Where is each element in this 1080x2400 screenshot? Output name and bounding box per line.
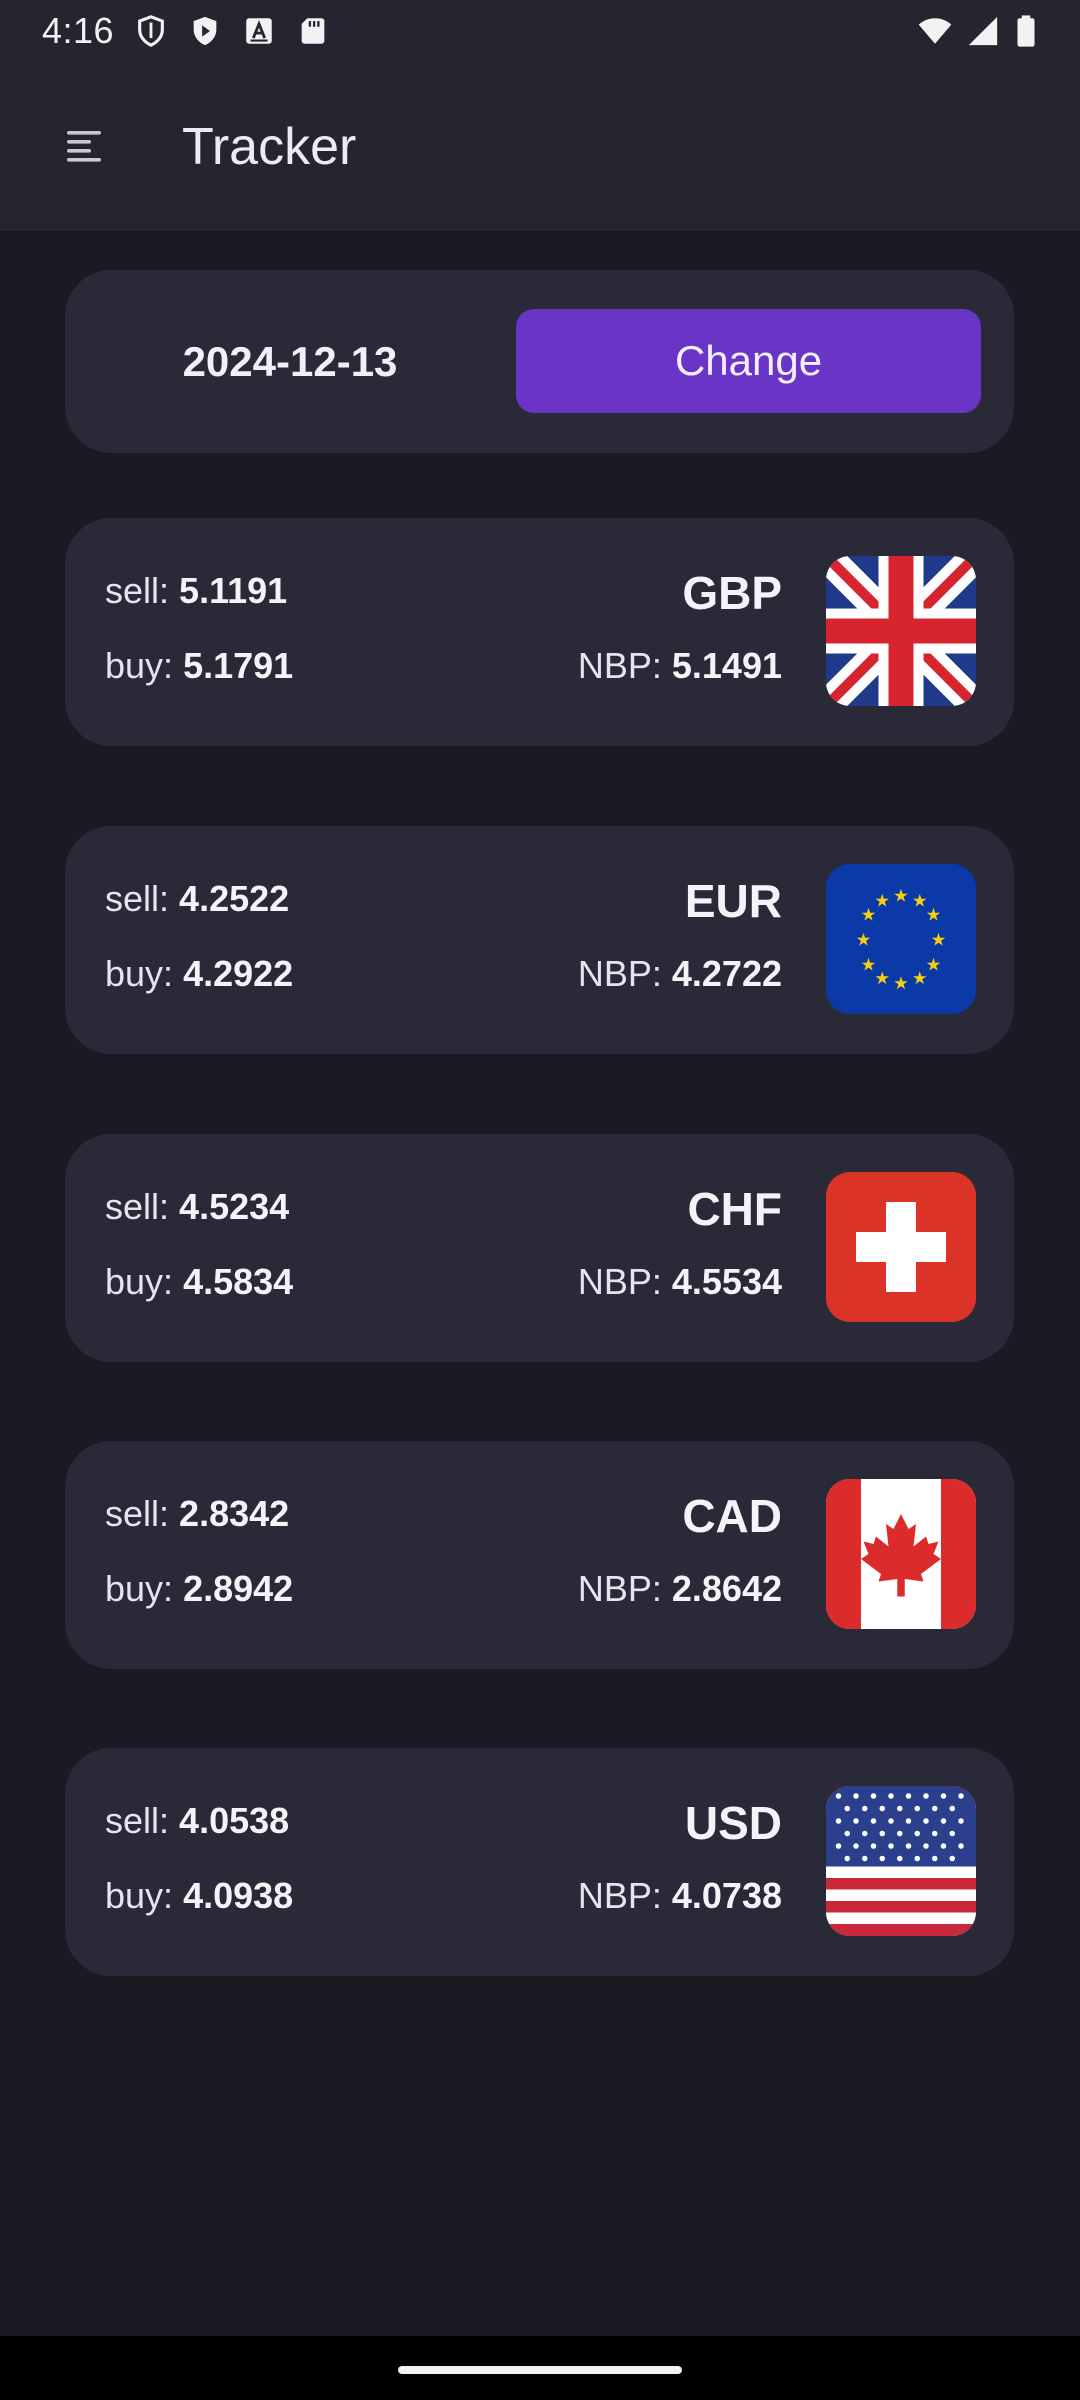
buy-rate: buy: 2.8942 bbox=[105, 1568, 294, 1609]
buy-rate: buy: 4.2922 bbox=[105, 953, 294, 994]
swiss-flag-icon bbox=[826, 1172, 976, 1322]
status-bar: 4:16 bbox=[0, 0, 1080, 62]
currency-code: GBP bbox=[682, 567, 782, 619]
date-selector-card: 2024-12-13 Change bbox=[65, 270, 1014, 453]
status-time: 4:16 bbox=[42, 10, 115, 51]
uk-flag-icon bbox=[826, 556, 976, 706]
currency-card-chf[interactable]: sell: 4.5234 buy: 4.5834 CHF NBP: 4.5534 bbox=[65, 1134, 1014, 1362]
sd-card-icon bbox=[296, 14, 330, 48]
selected-date: 2024-12-13 bbox=[182, 337, 398, 385]
home-indicator[interactable] bbox=[398, 2366, 682, 2374]
signal-icon bbox=[966, 14, 1000, 48]
nbp-rate: NBP: 4.2722 bbox=[577, 953, 782, 994]
svg-text:★: ★ bbox=[931, 930, 947, 950]
svg-text:★: ★ bbox=[874, 969, 890, 989]
buy-rate: buy: 5.1791 bbox=[105, 645, 294, 686]
currency-code: CAD bbox=[682, 1490, 782, 1542]
play-store-icon bbox=[188, 14, 222, 48]
currency-card-usd[interactable]: sell: 4.0538 buy: 4.0938 USD NBP: 4.0738 bbox=[65, 1748, 1014, 1976]
sell-rate: sell: 4.0538 bbox=[105, 1800, 290, 1841]
menu-icon bbox=[67, 130, 101, 162]
svg-text:★: ★ bbox=[912, 969, 928, 989]
status-system-icons bbox=[918, 14, 1038, 48]
currency-card-eur[interactable]: sell: 4.2522 buy: 4.2922 EUR NBP: 4.2722… bbox=[65, 826, 1014, 1054]
nbp-rate: NBP: 4.5534 bbox=[577, 1261, 782, 1302]
currency-card-gbp[interactable]: sell: 5.1191 buy: 5.1791 GBP NBP: 5.1491 bbox=[65, 518, 1014, 746]
nbp-rate: NBP: 5.1491 bbox=[577, 645, 782, 686]
svg-text:★: ★ bbox=[861, 955, 877, 975]
sell-rate: sell: 4.2522 bbox=[105, 878, 290, 919]
sell-rate: sell: 5.1191 bbox=[105, 570, 288, 611]
currency-code: CHF bbox=[687, 1183, 782, 1235]
buy-rate: buy: 4.5834 bbox=[105, 1261, 294, 1302]
shield-icon bbox=[134, 14, 168, 48]
buy-rate: buy: 4.0938 bbox=[105, 1875, 294, 1916]
font-a-icon bbox=[242, 14, 276, 48]
battery-icon bbox=[1014, 14, 1038, 48]
sell-rate: sell: 4.5234 bbox=[105, 1186, 290, 1227]
eu-flag-icon: ★ ★ ★ ★ ★ ★ ★ ★ ★ ★ ★ ★ bbox=[826, 864, 976, 1014]
svg-text:★: ★ bbox=[874, 892, 890, 912]
currency-card-cad[interactable]: sell: 2.8342 buy: 2.8942 CAD NBP: 2.8642 bbox=[65, 1441, 1014, 1669]
nbp-rate: NBP: 2.8642 bbox=[577, 1568, 782, 1609]
svg-text:★: ★ bbox=[926, 905, 942, 925]
change-date-button[interactable]: Change bbox=[516, 309, 981, 413]
wifi-icon bbox=[918, 14, 952, 48]
svg-text:★: ★ bbox=[893, 974, 909, 994]
sell-rate: sell: 2.8342 bbox=[105, 1493, 290, 1534]
status-notification-icons bbox=[134, 14, 330, 48]
nbp-rate: NBP: 4.0738 bbox=[577, 1875, 782, 1916]
app-title: Tracker bbox=[182, 117, 357, 176]
menu-button[interactable] bbox=[42, 102, 132, 192]
svg-text:★: ★ bbox=[893, 887, 909, 907]
svg-text:★: ★ bbox=[926, 955, 942, 975]
svg-text:★: ★ bbox=[856, 930, 872, 950]
us-flag-icon bbox=[826, 1786, 976, 1936]
canada-flag-icon bbox=[826, 1479, 976, 1629]
currency-code: EUR bbox=[684, 875, 782, 927]
currency-code: USD bbox=[684, 1797, 782, 1849]
app-bar: Tracker bbox=[0, 62, 1080, 231]
